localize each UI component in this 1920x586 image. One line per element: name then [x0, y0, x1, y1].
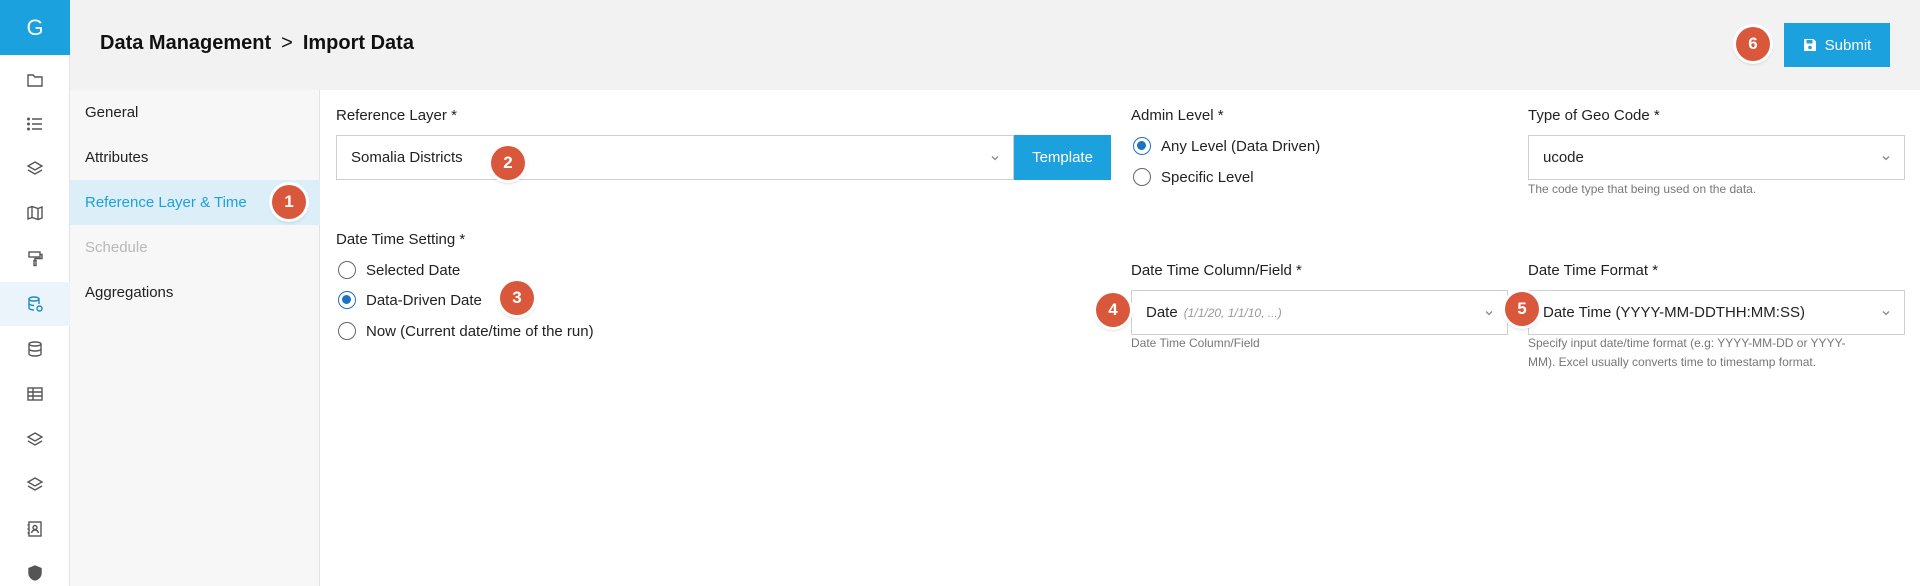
list-icon[interactable] [0, 102, 70, 146]
nav-item-label: Attributes [85, 149, 149, 166]
reference-layer-select[interactable]: Somalia Districts [336, 135, 1014, 180]
nav-item-schedule: Schedule [70, 225, 320, 270]
app-window: G Data Management > Import Data Submit G… [0, 0, 1920, 586]
section-nav: General Attributes Reference Layer & Tim… [70, 90, 320, 586]
table-icon[interactable] [0, 372, 70, 416]
geo-code-value: ucode [1543, 149, 1584, 166]
step-marker-1: 1 [272, 185, 306, 219]
radio-label: Selected Date [366, 261, 461, 279]
radio-specific-level[interactable]: Specific Level [1133, 168, 1254, 186]
folder-icon[interactable] [0, 58, 70, 102]
radio-label: Data-Driven Date [366, 291, 482, 309]
database-icon[interactable] [0, 327, 70, 371]
admin-level-label: Admin Level * [1131, 107, 1224, 124]
template-button[interactable]: Template [1014, 135, 1111, 180]
radio-button[interactable] [1133, 137, 1151, 155]
nav-item-label: General [85, 104, 139, 121]
radio-button[interactable] [338, 291, 356, 309]
date-time-format-label: Date Time Format * [1528, 262, 1659, 279]
step-marker-3: 3 [500, 281, 534, 315]
map-icon[interactable] [0, 191, 70, 235]
date-time-setting-label: Date Time Setting * [336, 231, 466, 248]
breadcrumb-parent[interactable]: Data Management [100, 32, 271, 55]
radio-selected-date[interactable]: Selected Date [338, 261, 460, 279]
icon-rail: G [0, 0, 70, 586]
layers-icon[interactable] [0, 146, 70, 190]
geo-code-select[interactable]: ucode [1528, 135, 1905, 180]
radio-button[interactable] [338, 261, 356, 279]
paint-roller-icon[interactable] [0, 236, 70, 280]
date-time-column-hint: Date Time Column/Field [1131, 336, 1260, 350]
app-logo[interactable]: G [0, 0, 70, 55]
reference-layer-value: Somalia Districts [351, 149, 463, 166]
chevron-down-icon [989, 151, 1001, 163]
geo-code-label: Type of Geo Code * [1528, 107, 1660, 124]
step-marker-2: 2 [491, 146, 525, 180]
date-time-format-hint-line-2: MM). Excel usually converts time to time… [1528, 355, 1817, 369]
step-marker-5: 5 [1505, 292, 1539, 326]
chevron-down-icon [1880, 151, 1892, 163]
radio-label: Any Level (Data Driven) [1161, 137, 1321, 155]
date-time-column-label: Date Time Column/Field * [1131, 262, 1302, 279]
reference-layer-label: Reference Layer * [336, 107, 457, 124]
step-marker-6: 6 [1736, 27, 1770, 61]
nav-item-label: Aggregations [85, 284, 174, 301]
date-time-column-sample: (1/1/20, 1/1/10, ...) [1183, 305, 1282, 320]
submit-label: Submit [1824, 36, 1872, 54]
step-marker-4: 4 [1096, 293, 1130, 327]
chevron-down-icon [1880, 306, 1892, 318]
save-icon [1803, 39, 1816, 51]
nav-item-general[interactable]: General [70, 90, 320, 135]
chevron-down-icon [1483, 306, 1495, 318]
radio-button[interactable] [338, 322, 356, 340]
geo-code-hint: The code type that being used on the dat… [1528, 182, 1757, 196]
date-time-column-value: Date [1146, 304, 1178, 321]
date-time-column-select[interactable]: Date (1/1/20, 1/1/10, ...) [1131, 290, 1508, 335]
contact-book-icon[interactable] [0, 507, 70, 551]
breadcrumb: Data Management > Import Data [100, 32, 414, 55]
page-header: Data Management > Import Data [70, 0, 1920, 90]
nav-item-attributes[interactable]: Attributes [70, 135, 320, 180]
nav-item-aggregations[interactable]: Aggregations [70, 270, 320, 315]
radio-data-driven-date[interactable]: Data-Driven Date [338, 291, 482, 309]
breadcrumb-current: Import Data [302, 32, 414, 54]
database-import-icon[interactable] [0, 282, 70, 326]
radio-any-level[interactable]: Any Level (Data Driven) [1133, 137, 1320, 155]
layers-icon[interactable] [0, 417, 70, 461]
breadcrumb-separator: > [281, 32, 293, 54]
shield-icon[interactable] [0, 551, 70, 586]
radio-button[interactable] [1133, 168, 1151, 186]
date-time-format-value: Date Time (YYYY-MM-DDTHH:MM:SS) [1543, 304, 1805, 321]
radio-now[interactable]: Now (Current date/time of the run) [338, 322, 594, 340]
radio-label: Now (Current date/time of the run) [366, 322, 594, 340]
submit-button[interactable]: Submit [1784, 23, 1890, 67]
radio-label: Specific Level [1161, 168, 1254, 186]
nav-item-label: Schedule [85, 239, 148, 256]
date-time-format-select[interactable]: Date Time (YYYY-MM-DDTHH:MM:SS) [1528, 290, 1905, 335]
nav-item-label: Reference Layer & Time [85, 194, 247, 211]
date-time-format-hint-line-1: Specify input date/time format (e.g: YYY… [1528, 336, 1846, 350]
layers-icon[interactable] [0, 462, 70, 506]
